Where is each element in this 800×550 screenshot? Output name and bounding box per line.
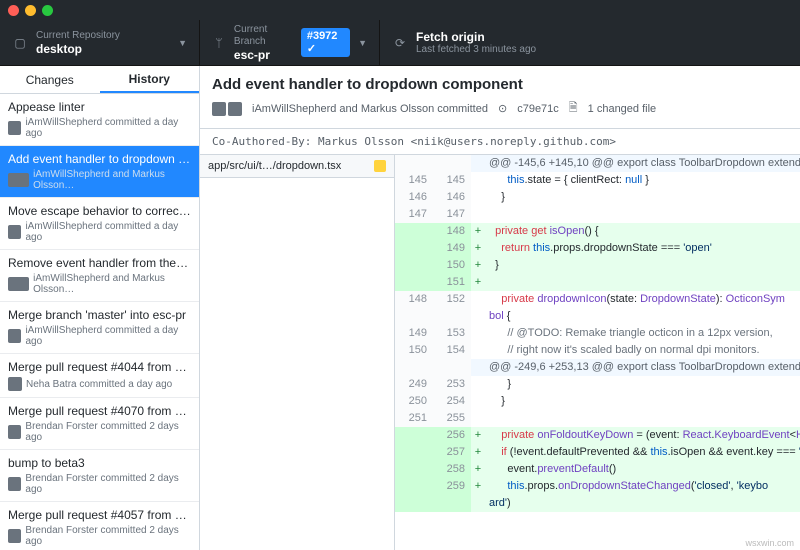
window-titlebar <box>0 0 800 20</box>
commit-item-meta: Neha Batra committed a day ago <box>26 379 172 390</box>
commit-item-title: bump to beta3 <box>8 456 191 470</box>
sidebar-tabs: Changes History <box>0 66 199 94</box>
commit-detail: Add event handler to dropdown component … <box>200 66 800 550</box>
commit-item-title: Merge pull request #4057 from desk… <box>8 508 191 522</box>
diff-line: @@ -145,6 +145,10 @@ export class Toolba… <box>395 155 800 172</box>
diff-line: 146146 } <box>395 189 800 206</box>
commit-item-title: Merge pull request #4070 from desk… <box>8 404 191 418</box>
commit-item-title: Merge branch 'master' into esc-pr <box>8 308 191 322</box>
branch-label: Current Branch <box>234 24 293 48</box>
branch-icon: ᛘ <box>212 35 226 51</box>
diff-line: 149+ return this.props.dropdownState ===… <box>395 240 800 257</box>
commit-item[interactable]: Merge pull request #4044 from des… Neha B… <box>0 354 199 398</box>
close-traffic-light[interactable] <box>8 5 19 16</box>
diff-line: @@ -249,6 +253,13 @@ export class Toolba… <box>395 359 800 376</box>
tab-changes[interactable]: Changes <box>0 66 100 93</box>
diff-line: 249253 } <box>395 376 800 393</box>
commit-item[interactable]: Merge pull request #4070 from desk… Brend… <box>0 398 199 450</box>
diff-line: 250254 } <box>395 393 800 410</box>
minimize-traffic-light[interactable] <box>25 5 36 16</box>
chevron-down-icon: ▼ <box>358 38 367 48</box>
commit-item-title: Remove event handler from the bran… <box>8 256 191 270</box>
chevron-down-icon: ▼ <box>178 38 187 48</box>
fetch-button[interactable]: ⟳ Fetch origin Last fetched 3 minutes ag… <box>380 20 800 65</box>
repo-selector[interactable]: ▢ Current Repository desktop ▼ <box>0 20 200 65</box>
watermark: wsxwin.com <box>745 538 794 548</box>
diff-line: 251255 <box>395 410 800 427</box>
diff-view[interactable]: @@ -145,6 +145,10 @@ export class Toolba… <box>395 155 800 550</box>
commit-item[interactable]: Appease linter iAmWillShepherd committed … <box>0 94 199 146</box>
commit-sha: c79e71c <box>517 103 559 115</box>
tab-history[interactable]: History <box>100 66 200 93</box>
file-icon: 🗎 <box>569 99 578 118</box>
diff-line: 259+ this.props.onDropdownStateChanged('… <box>395 478 800 512</box>
branch-selector[interactable]: ᛘ Current Branch esc-pr #3972 ✓ ▼ <box>200 20 380 65</box>
diff-line: 150154 // right now it's scaled badly on… <box>395 342 800 359</box>
commit-item[interactable]: Remove event handler from the bran… iAmWi… <box>0 250 199 302</box>
fetch-label: Fetch origin <box>416 30 536 44</box>
diff-line: 149153 // @TODO: Remake triangle octicon… <box>395 325 800 342</box>
avatar <box>228 102 242 116</box>
commit-item-title: Add event handler to dropdown com… <box>8 152 191 166</box>
diff-line: 150+ } <box>395 257 800 274</box>
commit-item[interactable]: bump to beta3 Brendan Forster committed 2… <box>0 450 199 502</box>
toolbar: ▢ Current Repository desktop ▼ ᛘ Current… <box>0 20 800 66</box>
commit-item-meta: iAmWillShepherd committed a day ago <box>25 325 191 347</box>
diff-line: 148+ private get isOpen() { <box>395 223 800 240</box>
diff-line: 148152 private dropdownIcon(state: Dropd… <box>395 291 800 325</box>
commit-item-title: Appease linter <box>8 100 191 114</box>
sidebar: Changes History Appease linter iAmWillShe… <box>0 66 200 550</box>
diff-line: 256+ private onFoldoutKeyDown = (event: … <box>395 427 800 444</box>
diff-line: 257+ if (!event.defaultPrevented && this… <box>395 444 800 461</box>
commit-item[interactable]: Move escape behavior to correct co… iAmWi… <box>0 198 199 250</box>
fetch-sublabel: Last fetched 3 minutes ago <box>416 44 536 56</box>
commit-item-meta: iAmWillShepherd committed a day ago <box>25 221 191 243</box>
commit-item-meta: Brendan Forster committed 2 days ago <box>25 473 191 495</box>
commit-item-meta: iAmWillShepherd committed a day ago <box>25 117 191 139</box>
commit-icon: ⊙ <box>498 102 507 115</box>
commit-header: Add event handler to dropdown component … <box>200 66 800 129</box>
diff-line: 151+ <box>395 274 800 291</box>
modified-icon <box>374 160 386 172</box>
repo-value: desktop <box>36 42 170 56</box>
commit-title: Add event handler to dropdown component <box>212 76 788 93</box>
commit-item-meta: iAmWillShepherd and Markus Olsson… <box>33 273 191 295</box>
commit-authors: iAmWillShepherd and Markus Olsson commit… <box>252 103 488 115</box>
file-path: app/src/ui/t…/dropdown.tsx <box>208 160 341 172</box>
diff-line: 147147 <box>395 206 800 223</box>
commit-item-meta: iAmWillShepherd and Markus Olsson… <box>33 169 191 191</box>
commit-item[interactable]: Merge pull request #4057 from desk… Brend… <box>0 502 199 550</box>
commit-item-title: Move escape behavior to correct co… <box>8 204 191 218</box>
commit-item-title: Merge pull request #4044 from des… <box>8 360 191 374</box>
avatar <box>212 102 226 116</box>
diff-line: 145145 this.state = { clientRect: null } <box>395 172 800 189</box>
files-count: 1 changed file <box>588 103 657 115</box>
commit-item-meta: Brendan Forster committed 2 days ago <box>25 421 191 443</box>
zoom-traffic-light[interactable] <box>42 5 53 16</box>
coauthor-line: Co-Authored-By: Markus Olsson <niik@user… <box>200 129 800 155</box>
file-list: app/src/ui/t…/dropdown.tsx <box>200 155 395 550</box>
branch-value: esc-pr <box>234 48 293 62</box>
commit-list[interactable]: Appease linter iAmWillShepherd committed … <box>0 94 199 550</box>
repo-label: Current Repository <box>36 30 170 42</box>
commit-item[interactable]: Merge branch 'master' into esc-pr iAmWill… <box>0 302 199 354</box>
diff-line: 258+ event.preventDefault() <box>395 461 800 478</box>
pr-badge: #3972 ✓ <box>301 28 350 57</box>
sync-icon: ⟳ <box>392 35 408 51</box>
commit-item[interactable]: Add event handler to dropdown com… iAmWil… <box>0 146 199 198</box>
desktop-icon: ▢ <box>12 35 28 51</box>
commit-item-meta: Brendan Forster committed 2 days ago <box>25 525 191 547</box>
file-row[interactable]: app/src/ui/t…/dropdown.tsx <box>200 155 394 178</box>
